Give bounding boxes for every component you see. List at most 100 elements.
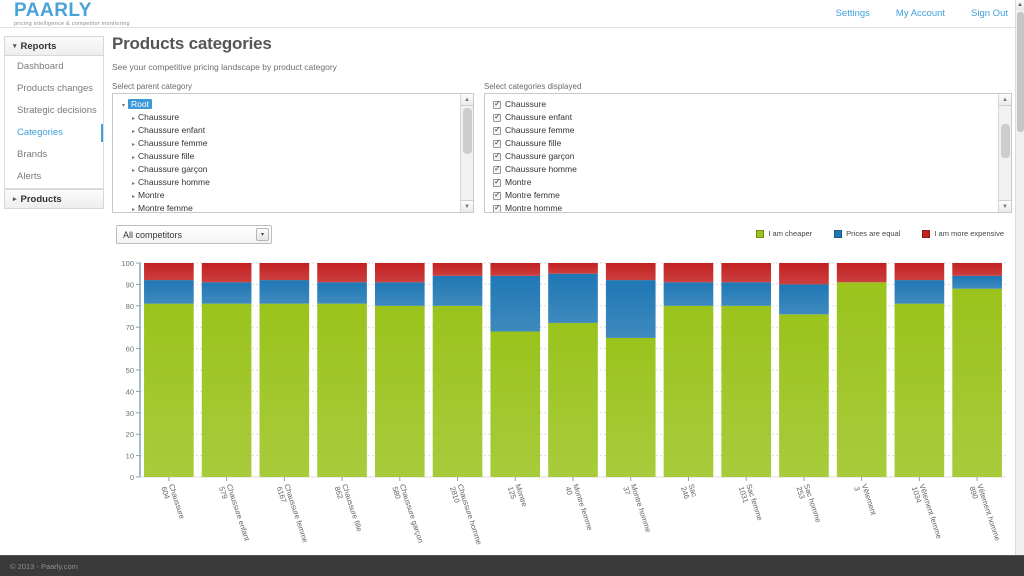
displayed-categories-scrollbar[interactable]: ▲ ▼ xyxy=(998,94,1011,212)
bar-segment xyxy=(259,303,310,477)
list-item[interactable]: Chaussure fille xyxy=(489,137,998,150)
sidebar-item-alerts[interactable]: Alerts xyxy=(5,166,103,188)
tree-node[interactable]: ▸ Chaussure enfant xyxy=(117,124,460,137)
scroll-down-icon[interactable]: ▼ xyxy=(999,200,1011,212)
x-axis-tick-label: Montre femme40 xyxy=(563,483,594,532)
sidebar-item-strategic-decisions[interactable]: Strategic decisions xyxy=(5,100,103,122)
sidebar-item-products-changes[interactable]: Products changes xyxy=(5,78,103,100)
bar-segment xyxy=(779,263,829,285)
x-axis-tick-label: Montre homme37 xyxy=(621,483,653,534)
tree-node-label: Chaussure xyxy=(138,112,180,122)
checkbox-checked-icon[interactable] xyxy=(493,99,501,109)
parent-category-scrollbar[interactable]: ▲ ▼ xyxy=(460,94,473,212)
chevron-down-icon[interactable]: ▾ xyxy=(256,228,269,241)
checkbox-checked-icon[interactable] xyxy=(493,177,501,187)
svg-text:37: 37 xyxy=(621,485,632,496)
parent-category-panel: Select parent category ▾ Root ▸ Chaussure … xyxy=(112,82,474,213)
legend-label: I am more expensive xyxy=(934,229,1004,238)
checkbox-checked-icon[interactable] xyxy=(493,164,501,174)
legend-item-equal: Prices are equal xyxy=(834,229,900,238)
page-title: Products categories xyxy=(112,34,272,53)
chart-svg[interactable]: 0 10 20 30 40 50 60 70 80 90 100 Chaussure604 Chauss… xyxy=(112,257,1012,547)
bar-segment xyxy=(548,263,598,274)
y-axis-tick-label: 0 xyxy=(130,473,134,482)
bar-segment xyxy=(317,263,367,283)
top-bar: PAARLY pricing intelligence & competitor… xyxy=(0,0,1024,28)
sidebar-group-products[interactable]: ▸ Products xyxy=(4,189,104,209)
tree-node-root[interactable]: ▾ Root xyxy=(117,98,460,111)
bar-segment xyxy=(663,305,714,477)
bar-segment xyxy=(663,263,714,283)
y-axis-tick-label: 60 xyxy=(126,345,134,354)
tree-node[interactable]: ▸ Montre femme xyxy=(117,202,460,212)
topnav-my-account[interactable]: My Account xyxy=(896,8,945,19)
scrollbar-thumb[interactable] xyxy=(463,108,472,154)
bar-segment xyxy=(432,305,483,477)
tree-node[interactable]: ▸ Montre xyxy=(117,189,460,202)
page-scrollbar[interactable]: ▲ xyxy=(1015,0,1024,555)
sidebar-item-dashboard[interactable]: Dashboard xyxy=(5,56,103,78)
checkbox-checked-icon[interactable] xyxy=(493,112,501,122)
bar-segment xyxy=(490,331,541,477)
bar-segment xyxy=(952,275,1002,289)
checkbox-checked-icon[interactable] xyxy=(493,138,501,148)
sidebar-group-reports[interactable]: ▾ Reports xyxy=(4,36,104,56)
tree-node[interactable]: ▸ Chaussure fille xyxy=(117,150,460,163)
sidebar-item-categories[interactable]: Categories xyxy=(5,122,103,144)
legend-item-cheaper: I am cheaper xyxy=(756,229,812,238)
tree-node-label: Chaussure homme xyxy=(138,177,210,187)
brand-tagline: pricing intelligence & competitor monito… xyxy=(14,21,130,27)
bar-segment xyxy=(894,263,945,281)
main-content: Products categories See your competitive… xyxy=(112,34,1012,547)
brand-name: PAARLY xyxy=(14,0,92,21)
y-axis-tick-label: 20 xyxy=(126,430,134,439)
bar-segment xyxy=(144,303,194,477)
competitor-select[interactable]: All competitors ▾ xyxy=(116,225,272,244)
list-item[interactable]: Chaussure femme xyxy=(489,124,998,137)
list-item[interactable]: Montre xyxy=(489,176,998,189)
list-item[interactable]: Montre homme xyxy=(489,202,998,212)
page-subtitle: See your competitive pricing landscape b… xyxy=(112,62,337,72)
topnav-settings[interactable]: Settings xyxy=(836,8,870,19)
chevron-down-icon: ▾ xyxy=(121,103,125,109)
list-item[interactable]: Chaussure xyxy=(489,98,998,111)
tree-node[interactable]: ▸ Chaussure garçon xyxy=(117,163,460,176)
list-item-label: Chaussure fille xyxy=(505,138,562,148)
chart-controls: All competitors ▾ I am cheaper Prices ar… xyxy=(112,225,1012,255)
x-axis-tick-label: Chaussure fille862 xyxy=(333,483,364,533)
sidebar-item-brands[interactable]: Brands xyxy=(5,144,103,166)
x-axis-tick-label: Chaussure femme6167 xyxy=(275,483,310,544)
bar-segment xyxy=(374,282,425,306)
bar-segment xyxy=(605,263,656,281)
scroll-down-icon[interactable]: ▼ xyxy=(461,200,473,212)
tree-node[interactable]: ▸ Chaussure femme xyxy=(117,137,460,150)
scrollbar-thumb[interactable] xyxy=(1001,124,1010,158)
bar-segment xyxy=(490,263,541,276)
checkbox-checked-icon[interactable] xyxy=(493,203,501,212)
x-axis-tick-label: Sac246 xyxy=(679,483,699,500)
scroll-up-icon[interactable]: ▲ xyxy=(461,94,473,106)
list-item[interactable]: Chaussure garçon xyxy=(489,150,998,163)
bar-segment xyxy=(605,280,656,338)
x-axis-tick-label: Chaussure homme2810 xyxy=(448,483,484,546)
scroll-up-icon[interactable]: ▲ xyxy=(999,94,1011,106)
topnav-sign-out[interactable]: Sign Out xyxy=(971,8,1008,19)
bar-segment xyxy=(952,288,1002,477)
bar-segment xyxy=(374,263,425,283)
page-scrollbar-thumb[interactable] xyxy=(1017,12,1024,132)
list-item[interactable]: Chaussure homme xyxy=(489,163,998,176)
brand-logo[interactable]: PAARLY pricing intelligence & competitor… xyxy=(14,1,130,28)
scroll-up-icon[interactable]: ▲ xyxy=(1016,0,1024,10)
tree-node-label: Chaussure enfant xyxy=(138,125,206,135)
list-item[interactable]: Chaussure enfant xyxy=(489,111,998,124)
bar-segment xyxy=(317,282,367,304)
bar-segment xyxy=(317,303,367,477)
checkbox-checked-icon[interactable] xyxy=(493,151,501,161)
checkbox-checked-icon[interactable] xyxy=(493,125,501,135)
checkbox-checked-icon[interactable] xyxy=(493,190,501,200)
tree-node-label: Chaussure fille xyxy=(138,151,195,161)
tree-node[interactable]: ▸ Chaussure xyxy=(117,111,460,124)
list-item-label: Montre homme xyxy=(505,203,563,212)
list-item[interactable]: Montre femme xyxy=(489,189,998,202)
tree-node[interactable]: ▸ Chaussure homme xyxy=(117,176,460,189)
